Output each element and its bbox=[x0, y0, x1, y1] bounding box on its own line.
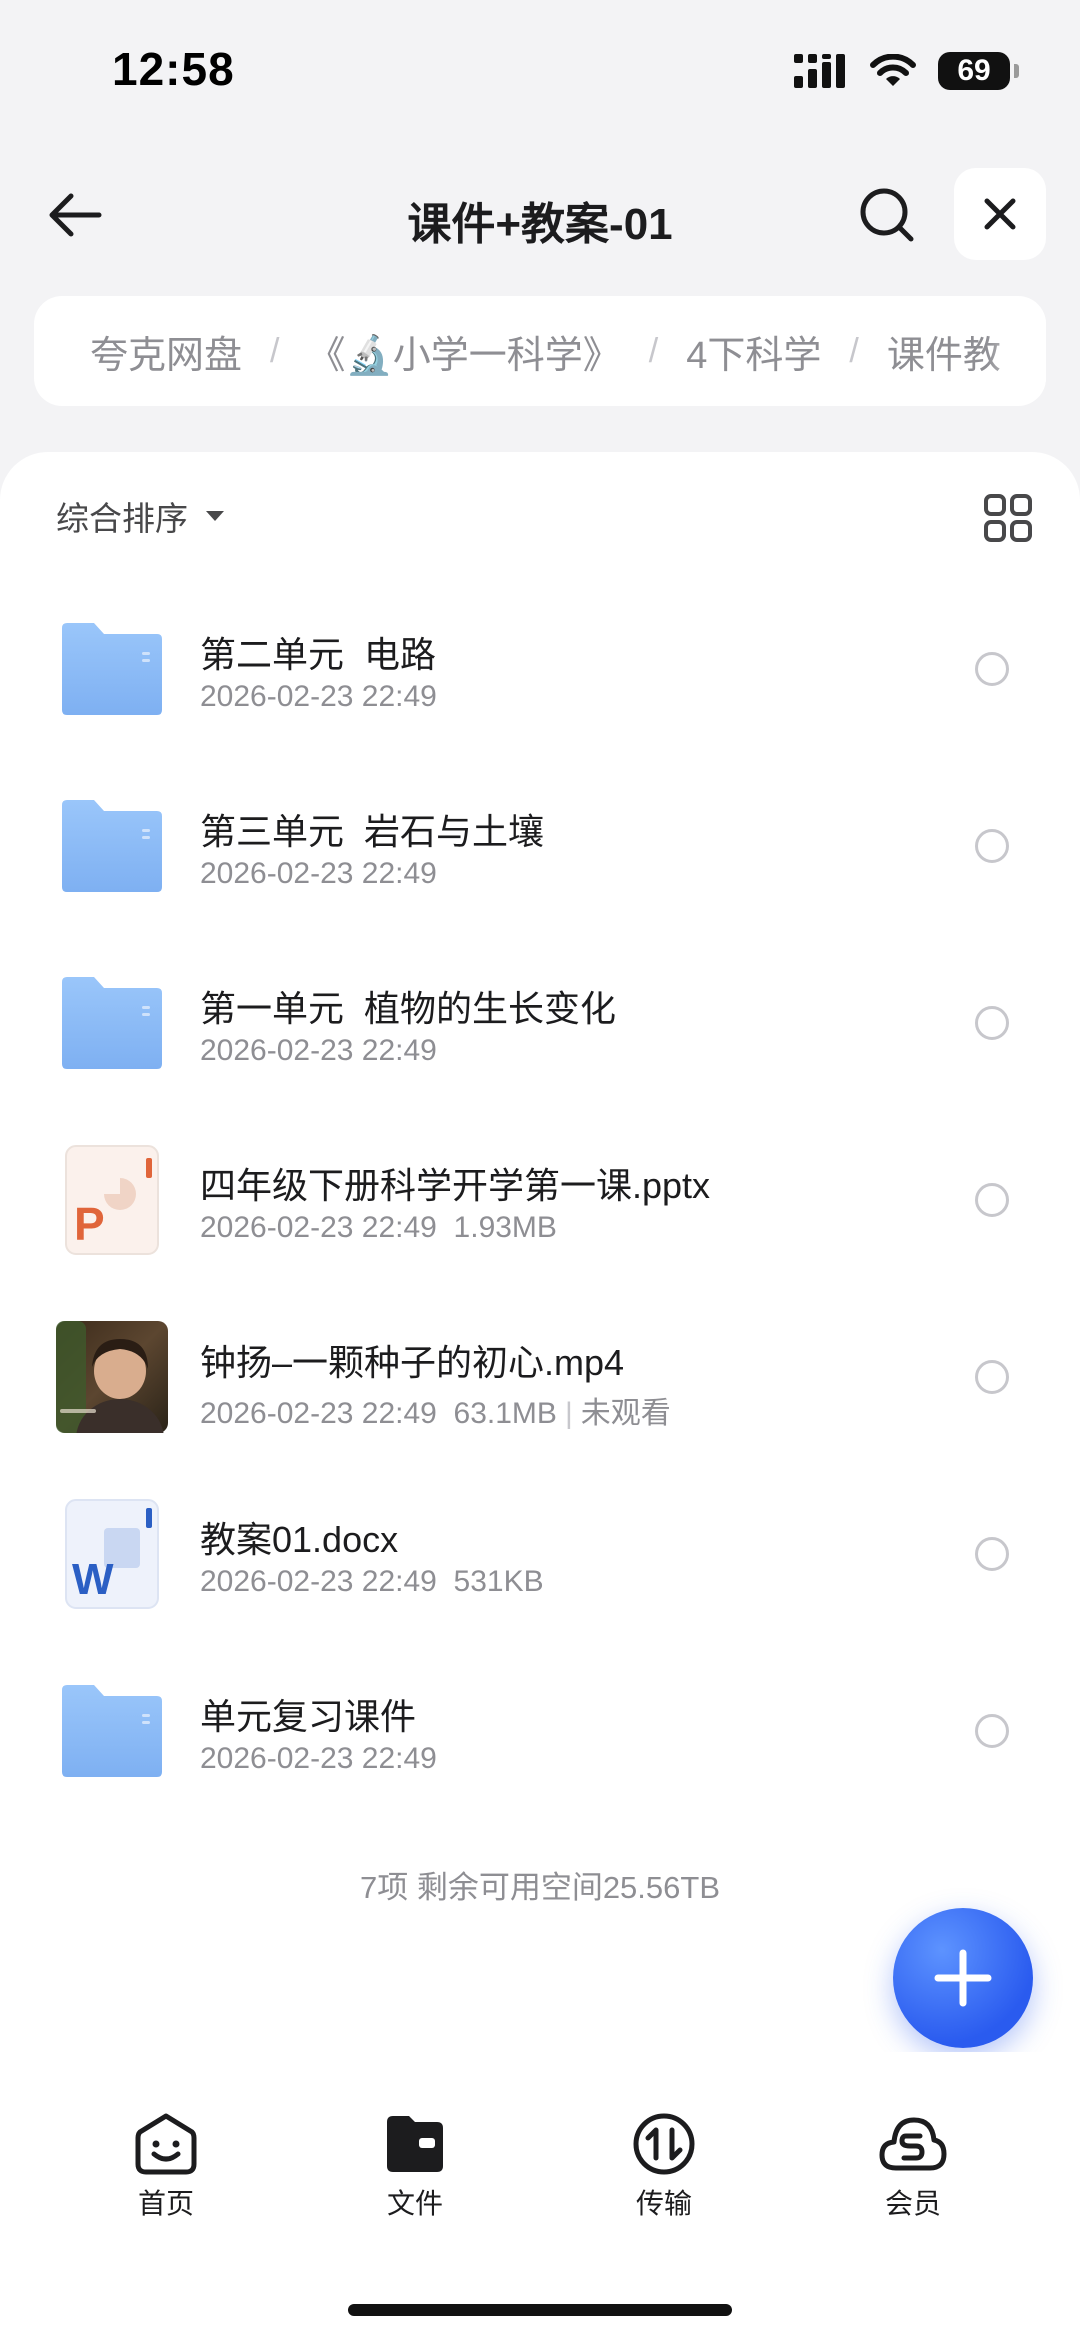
search-icon bbox=[860, 188, 914, 242]
file-meta: 2026-02-23 22:49 bbox=[200, 680, 437, 714]
file-panel: 综合排序 第二单元 电路 2026-02-23 22:49 第三单元 岩石与土壤… bbox=[0, 452, 1080, 2052]
breadcrumb-separator: / bbox=[849, 331, 859, 370]
file-date: 2026-02-23 22:49 bbox=[200, 680, 437, 713]
tab-label: 会员 bbox=[884, 2188, 941, 2219]
folder-icon bbox=[387, 2116, 443, 2172]
file-row[interactable]: 单元复习课件 2026-02-23 22:49 bbox=[0, 1650, 1080, 1827]
file-meta: 2026-02-23 22:49 531KB bbox=[200, 1565, 544, 1599]
file-name: 钟扬–一颗种子的初心.mp4 bbox=[200, 1342, 625, 1383]
select-radio[interactable] bbox=[975, 1537, 1009, 1571]
folder-icon bbox=[56, 613, 168, 725]
wifi-icon bbox=[870, 54, 916, 86]
tab-label: 首页 bbox=[137, 2188, 194, 2219]
file-row[interactable]: P 四年级下册科学开学第一课.pptx 2026-02-23 22:49 1.9… bbox=[0, 1119, 1080, 1296]
file-date: 2026-02-23 22:49 bbox=[200, 1565, 437, 1598]
grid-view-icon bbox=[984, 494, 1032, 542]
file-row[interactable]: 第二单元 电路 2026-02-23 22:49 bbox=[0, 588, 1080, 765]
meta-separator: | bbox=[564, 1397, 573, 1430]
svg-text:P: P bbox=[74, 1198, 105, 1250]
tab-home[interactable]: 首页 bbox=[86, 2112, 246, 2222]
bottom-tab-bar: 首页 文件 传输 会员 bbox=[0, 2052, 1080, 2337]
breadcrumb-item[interactable]: 4下科学 bbox=[686, 324, 821, 379]
header: 课件+教案-01 bbox=[0, 160, 1080, 270]
search-button[interactable] bbox=[852, 180, 922, 250]
breadcrumb-separator: / bbox=[270, 331, 280, 370]
breadcrumb-item[interactable]: 课件教 bbox=[887, 324, 1001, 379]
close-icon bbox=[984, 198, 1016, 230]
file-meta: 2026-02-23 22:49 bbox=[200, 1742, 437, 1776]
plus-icon bbox=[934, 1949, 992, 2007]
breadcrumb-item[interactable]: 夸克网盘 bbox=[90, 324, 242, 379]
battery-icon: 69 bbox=[938, 52, 1019, 90]
file-date: 2026-02-23 22:49 bbox=[200, 1397, 437, 1430]
docx-file-icon: W bbox=[56, 1498, 168, 1610]
folder-icon bbox=[56, 967, 168, 1079]
tab-files[interactable]: 文件 bbox=[335, 2112, 495, 2222]
file-date: 2026-02-23 22:49 bbox=[200, 1742, 437, 1775]
watch-status: 未观看 bbox=[580, 1397, 671, 1430]
video-thumbnail bbox=[56, 1321, 168, 1433]
breadcrumb-item[interactable]: 《🔬小学一科学》 bbox=[307, 324, 620, 379]
select-radio[interactable] bbox=[975, 829, 1009, 863]
home-indicator bbox=[348, 2304, 732, 2316]
status-bar: 12:58 69 bbox=[0, 0, 1080, 140]
file-date: 2026-02-23 22:49 bbox=[200, 1034, 437, 1067]
svg-text:W: W bbox=[72, 1555, 114, 1604]
pptx-file-icon: P bbox=[56, 1144, 168, 1256]
select-radio[interactable] bbox=[975, 1360, 1009, 1394]
file-size: 63.1MB bbox=[453, 1397, 557, 1430]
storage-summary: 7项 剩余可用空间25.56TB bbox=[359, 1870, 721, 1905]
tab-label: 传输 bbox=[635, 2188, 692, 2219]
file-name: 教案01.docx bbox=[200, 1519, 399, 1560]
breadcrumb-fade bbox=[986, 296, 1046, 406]
file-list: 第二单元 电路 2026-02-23 22:49 第三单元 岩石与土壤 2026… bbox=[0, 588, 1080, 1827]
breadcrumb: 夸克网盘 / 《🔬小学一科学》 / 4下科学 / 课件教 bbox=[34, 296, 1046, 406]
battery-level: 69 bbox=[957, 54, 991, 87]
select-radio[interactable] bbox=[975, 1183, 1009, 1217]
tab-transfer[interactable]: 传输 bbox=[584, 2112, 744, 2222]
cloud-member-icon bbox=[879, 2117, 947, 2171]
select-radio[interactable] bbox=[975, 1006, 1009, 1040]
file-name: 单元复习课件 bbox=[200, 1696, 417, 1737]
caret-down-icon bbox=[206, 511, 224, 521]
file-date: 2026-02-23 22:49 bbox=[200, 857, 437, 890]
folder-icon bbox=[56, 1675, 168, 1787]
file-name: 四年级下册科学开学第一课.pptx bbox=[200, 1165, 711, 1206]
cellular-signal-icon bbox=[794, 54, 845, 88]
transfer-icon bbox=[633, 2113, 695, 2175]
file-meta: 2026-02-23 22:49 63.1MB | 未观看 bbox=[200, 1388, 671, 1432]
grid-view-button[interactable] bbox=[978, 488, 1038, 548]
file-row[interactable]: 钟扬–一颗种子的初心.mp4 2026-02-23 22:49 63.1MB | 未… bbox=[0, 1296, 1080, 1473]
file-row[interactable]: 第一单元 植物的生长变化 2026-02-23 22:49 bbox=[0, 942, 1080, 1119]
file-name: 第二单元 电路 bbox=[200, 634, 437, 675]
breadcrumb-separator: / bbox=[648, 331, 659, 370]
tab-member[interactable]: 会员 bbox=[833, 2112, 993, 2222]
sort-label: 综合排序 bbox=[56, 500, 188, 537]
file-row[interactable]: 第三单元 岩石与土壤 2026-02-23 22:49 bbox=[0, 765, 1080, 942]
sort-dropdown[interactable]: 综合排序 bbox=[56, 492, 226, 540]
close-button[interactable] bbox=[954, 168, 1046, 260]
status-time: 12:58 bbox=[112, 43, 235, 95]
home-face-icon bbox=[135, 2113, 197, 2175]
file-date: 2026-02-23 22:49 bbox=[200, 1211, 437, 1244]
file-size: 1.93MB bbox=[453, 1211, 557, 1244]
file-name: 第三单元 岩石与土壤 bbox=[200, 811, 545, 852]
status-icons: 69 bbox=[794, 52, 1019, 90]
file-name: 第一单元 植物的生长变化 bbox=[200, 988, 617, 1029]
file-meta: 2026-02-23 22:49 bbox=[200, 1034, 437, 1068]
file-meta: 2026-02-23 22:49 1.93MB bbox=[200, 1211, 557, 1245]
file-row[interactable]: W 教案01.docx 2026-02-23 22:49 531KB bbox=[0, 1473, 1080, 1650]
folder-icon bbox=[56, 790, 168, 902]
tab-label: 文件 bbox=[386, 2188, 443, 2219]
file-meta: 2026-02-23 22:49 bbox=[200, 857, 437, 891]
add-button[interactable] bbox=[893, 1908, 1033, 2048]
file-size: 531KB bbox=[453, 1565, 544, 1598]
select-radio[interactable] bbox=[975, 652, 1009, 686]
select-radio[interactable] bbox=[975, 1714, 1009, 1748]
